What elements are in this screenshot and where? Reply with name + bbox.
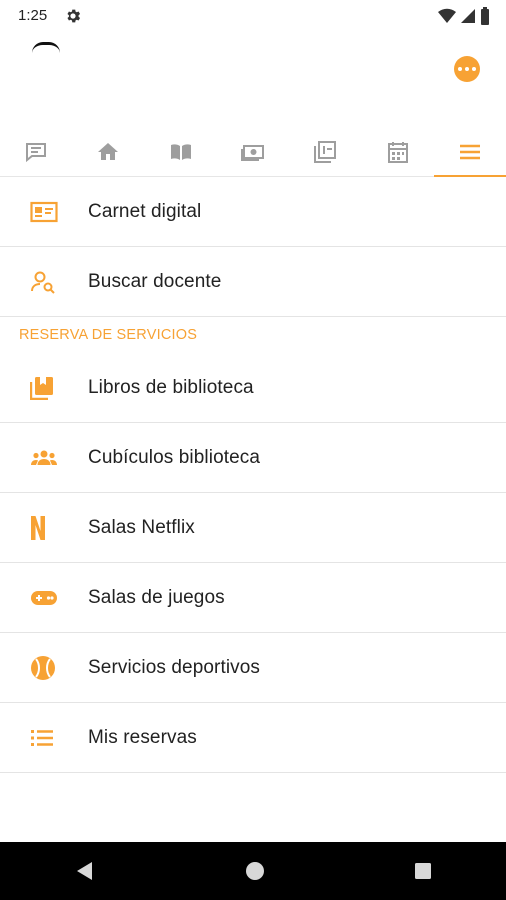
app-header <box>0 32 506 128</box>
library-books-icon <box>30 376 53 400</box>
money-icon <box>240 145 264 161</box>
avatar[interactable] <box>32 42 60 53</box>
list-icon <box>31 729 53 746</box>
back-icon[interactable] <box>74 860 96 882</box>
menu-item-mis-reservas[interactable]: Mis reservas <box>0 703 506 773</box>
more-options-button[interactable] <box>454 56 480 82</box>
section-title-reserva: RESERVA DE SERVICIOS <box>19 327 198 343</box>
menu-item-label: Libros de biblioteca <box>88 376 254 398</box>
gallery-icon <box>314 141 337 163</box>
tab-calendar[interactable] <box>361 128 433 176</box>
menu-item-salas-juegos[interactable]: Salas de juegos <box>0 563 506 633</box>
menu-item-label: Salas de juegos <box>88 586 225 608</box>
recents-icon[interactable] <box>414 862 432 880</box>
wifi-icon <box>438 8 456 23</box>
group-icon <box>31 450 57 465</box>
book-open-icon <box>170 144 191 160</box>
tab-gallery[interactable] <box>289 128 361 176</box>
status-indicators <box>438 7 490 25</box>
menu-item-label: Salas Netflix <box>88 516 195 538</box>
calendar-icon <box>387 142 408 163</box>
person-search-icon <box>31 271 55 294</box>
tab-bar <box>0 128 506 177</box>
chat-icon <box>26 143 47 163</box>
ball-icon <box>31 655 55 680</box>
menu-item-servicios-deportivos[interactable]: Servicios deportivos <box>0 633 506 703</box>
menu-item-buscar-docente[interactable]: Buscar docente <box>0 247 506 317</box>
gamepad-icon <box>31 590 57 605</box>
netflix-icon <box>31 515 45 540</box>
home-icon <box>98 143 119 160</box>
menu-item-cubiculos-biblioteca[interactable]: Cubículos biblioteca <box>0 423 506 493</box>
menu-item-label: Cubículos biblioteca <box>88 446 261 468</box>
menu-item-label: Mis reservas <box>88 726 197 748</box>
menu-item-salas-netflix[interactable]: Salas Netflix <box>0 493 506 563</box>
battery-icon <box>481 7 489 25</box>
menu-item-libros-biblioteca[interactable]: Libros de biblioteca <box>0 353 506 423</box>
tab-book[interactable] <box>145 128 217 176</box>
status-bar: 1:25 <box>0 0 506 32</box>
menu-item-label: Carnet digital <box>88 200 202 222</box>
id-card-icon <box>30 201 58 222</box>
home-circle-icon[interactable] <box>245 861 265 881</box>
signal-icon <box>461 9 475 23</box>
tab-chat[interactable] <box>0 128 72 176</box>
status-time: 1:25 <box>18 7 48 24</box>
menu-icon <box>459 144 480 160</box>
system-nav-bar <box>0 842 506 900</box>
tab-home[interactable] <box>72 128 144 176</box>
tab-menu[interactable] <box>433 128 506 177</box>
tab-money[interactable] <box>217 128 289 176</box>
settings-gear-icon <box>67 9 81 23</box>
menu-item-label: Buscar docente <box>88 270 222 292</box>
menu-list: Carnet digital Buscar docente RESERVA DE… <box>0 177 506 773</box>
more-horizontal-icon <box>458 67 462 71</box>
menu-item-label: Servicios deportivos <box>88 656 261 678</box>
menu-item-carnet-digital[interactable]: Carnet digital <box>0 177 506 247</box>
